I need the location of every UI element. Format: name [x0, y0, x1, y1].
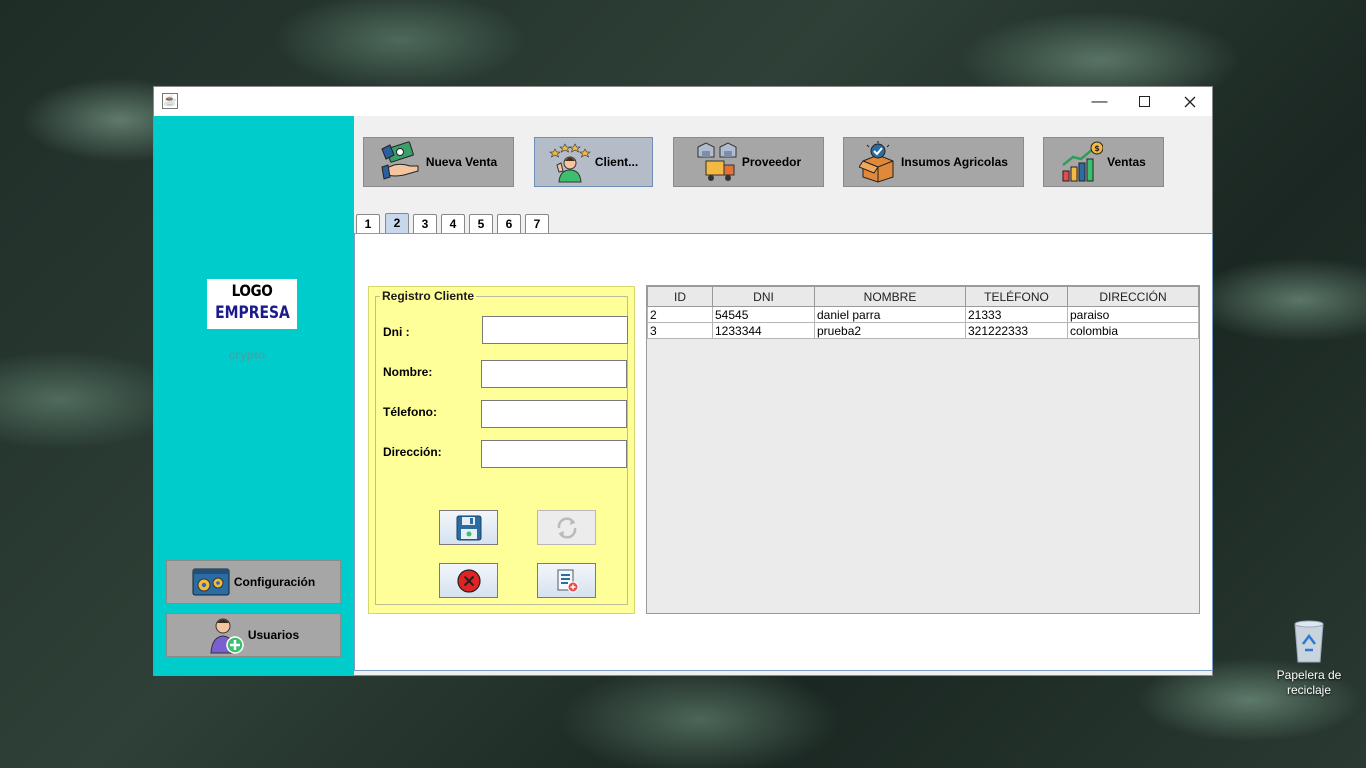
delete-icon — [456, 568, 481, 593]
supplier-icon — [697, 142, 737, 181]
column-header-address[interactable]: DIRECCIÓN — [1067, 286, 1199, 307]
company-logo: LOGO EMPRESA — [207, 279, 297, 329]
customer-form-panel: Registro Cliente Dni : Nombre: Télefono:… — [368, 286, 635, 614]
cell-name[interactable]: prueba2 — [814, 322, 966, 339]
report-icon — [557, 569, 578, 592]
company-name: crypto — [228, 348, 266, 362]
supplier-label: Proveedor — [741, 155, 802, 169]
new-sale-button[interactable]: Nueva Venta — [363, 137, 514, 187]
column-header-dni[interactable]: DNI — [712, 286, 815, 307]
column-header-id[interactable]: ID — [647, 286, 713, 307]
cell-id[interactable]: 2 — [647, 306, 713, 323]
cell-address[interactable]: colombia — [1067, 322, 1199, 339]
tab-4[interactable]: 4 — [441, 214, 465, 233]
tab-7[interactable]: 7 — [525, 214, 549, 233]
cell-dni[interactable]: 54545 — [712, 306, 815, 323]
tab-1[interactable]: 1 — [356, 214, 380, 233]
address-label: Dirección: — [383, 445, 442, 459]
name-label: Nombre: — [383, 365, 433, 379]
agricultural-supplies-button[interactable]: Insumos Agricolas — [843, 137, 1024, 187]
sales-button[interactable]: $ Ventas — [1043, 137, 1164, 187]
customers-label: Client... — [594, 155, 639, 169]
customers-icon — [548, 143, 591, 183]
cell-phone[interactable]: 321222333 — [965, 322, 1068, 339]
table-row[interactable]: 3 1233344 prueba2 321222333 colombia — [647, 322, 1199, 339]
close-icon — [1184, 96, 1195, 107]
table-row[interactable]: 2 54545 daniel parra 21333 paraiso — [647, 306, 1199, 323]
new-sale-label: Nueva Venta — [425, 155, 498, 169]
sidebar: LOGO EMPRESA crypto Configuración Usuari… — [154, 116, 354, 676]
customers-table-container: ID DNI NOMBRE TELÉFONO DIRECCIÓN 2 54545… — [646, 285, 1200, 614]
tab-3[interactable]: 3 — [413, 214, 437, 233]
maximize-icon — [1139, 96, 1150, 107]
form-legend: Registro Cliente — [382, 289, 475, 303]
logo-text-line2: EMPRESA — [215, 303, 290, 323]
users-button[interactable]: Usuarios — [166, 613, 341, 657]
save-icon — [456, 515, 481, 540]
table-header-row: ID DNI NOMBRE TELÉFONO DIRECCIÓN — [647, 286, 1199, 307]
tab-2[interactable]: 2 — [385, 213, 409, 234]
phone-input[interactable] — [481, 400, 627, 428]
update-icon — [557, 516, 576, 539]
dni-input[interactable] — [482, 316, 628, 344]
money-hand-icon — [381, 141, 419, 180]
cell-id[interactable]: 3 — [647, 322, 713, 339]
column-header-phone[interactable]: TELÉFONO — [965, 286, 1068, 307]
save-button[interactable] — [439, 510, 498, 545]
cell-phone[interactable]: 21333 — [965, 306, 1068, 323]
dni-label: Dni : — [383, 325, 410, 339]
add-user-icon — [210, 618, 244, 654]
close-button[interactable] — [1167, 87, 1212, 116]
update-button[interactable] — [537, 510, 596, 545]
report-button[interactable] — [537, 563, 596, 598]
svg-text:$: $ — [1094, 144, 1100, 153]
title-bar: ☕ — — [154, 87, 1212, 116]
logo-text-line1: LOGO — [231, 281, 273, 300]
minimize-button[interactable]: — — [1077, 87, 1122, 116]
sales-chart-icon: $ — [1062, 141, 1104, 182]
settings-button[interactable]: Configuración — [166, 560, 341, 604]
name-input[interactable] — [481, 360, 627, 388]
address-input[interactable] — [481, 440, 627, 468]
users-label: Usuarios — [247, 628, 300, 642]
java-app-icon: ☕ — [162, 93, 178, 109]
customers-table: ID DNI NOMBRE TELÉFONO DIRECCIÓN 2 54545… — [647, 286, 1199, 339]
tab-5[interactable]: 5 — [469, 214, 493, 233]
app-window: ☕ — LOGO EMPRESA crypto Configuración Us… — [153, 86, 1213, 676]
cell-name[interactable]: daniel parra — [814, 306, 966, 323]
sales-label: Ventas — [1107, 155, 1146, 169]
settings-label: Configuración — [233, 575, 316, 589]
maximize-button[interactable] — [1122, 87, 1167, 116]
tab-6[interactable]: 6 — [497, 214, 521, 233]
cell-address[interactable]: paraiso — [1067, 306, 1199, 323]
supplier-button[interactable]: Proveedor — [673, 137, 824, 187]
cell-dni[interactable]: 1233344 — [712, 322, 815, 339]
settings-icon — [192, 568, 230, 596]
agricultural-supplies-label: Insumos Agricolas — [901, 155, 1008, 169]
phone-label: Télefono: — [383, 405, 437, 419]
column-header-name[interactable]: NOMBRE — [814, 286, 966, 307]
delete-button[interactable] — [439, 563, 498, 598]
recycle-bin-icon — [1294, 620, 1324, 663]
recycle-bin-label: Papelera de reciclaje — [1276, 668, 1342, 697]
tab-content-panel: Registro Cliente Dni : Nombre: Télefono:… — [354, 233, 1213, 671]
box-icon — [859, 141, 894, 183]
customers-button[interactable]: Client... — [534, 137, 653, 187]
recycle-bin-shortcut[interactable]: Papelera de reciclaje — [1273, 618, 1345, 698]
